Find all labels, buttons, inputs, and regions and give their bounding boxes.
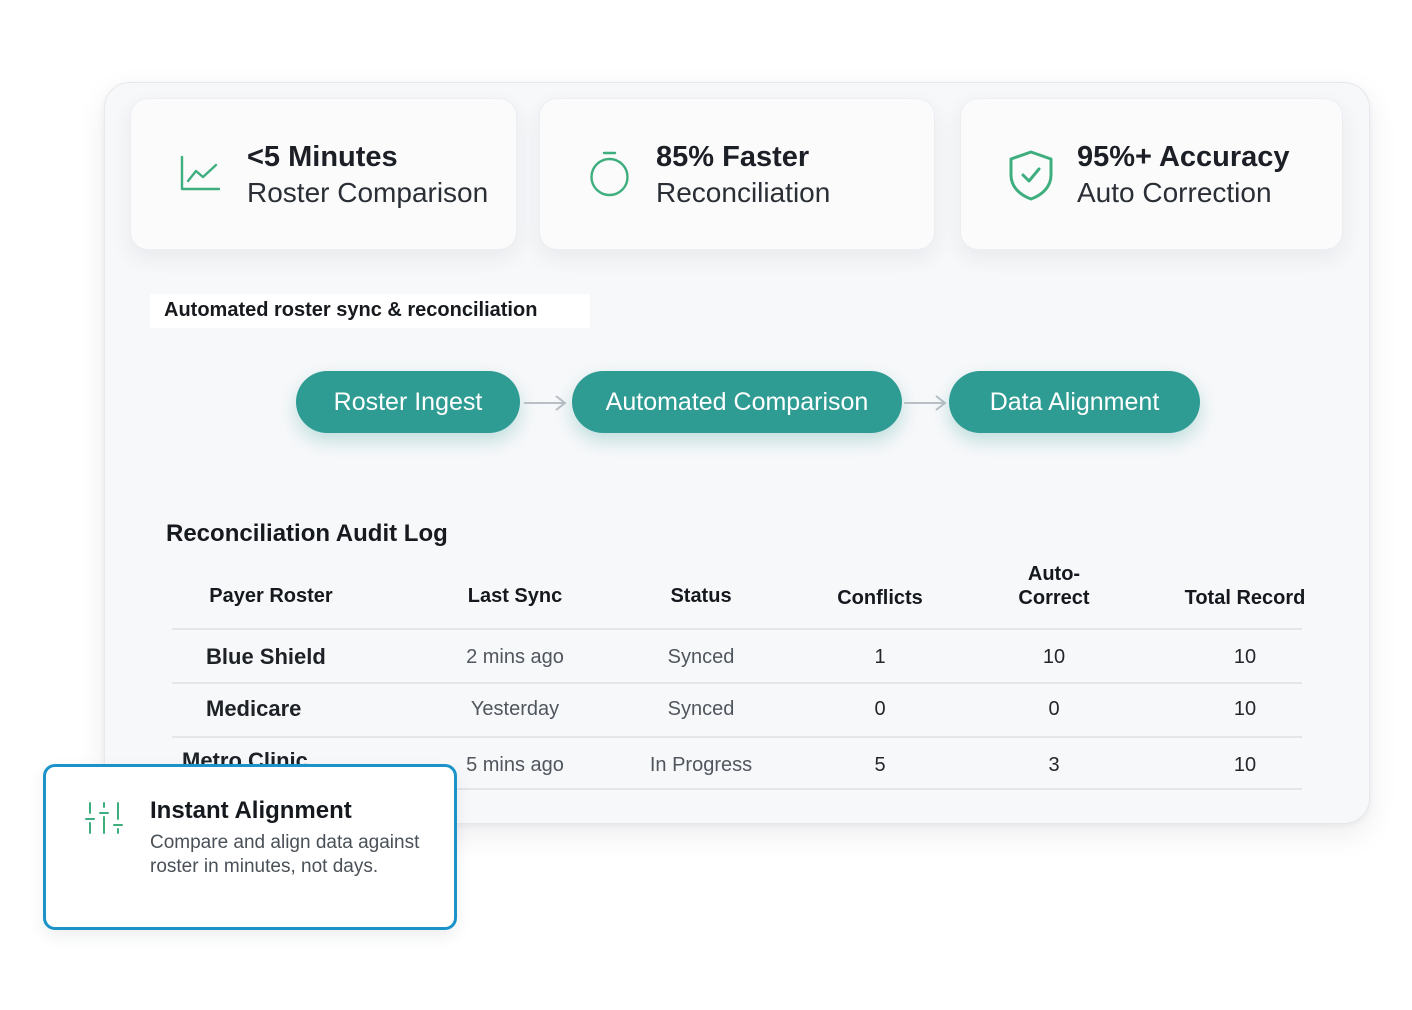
flow-step-roster-ingest[interactable]: Roster Ingest (296, 371, 520, 433)
stat-subtitle: Roster Comparison (247, 177, 489, 208)
row-divider (172, 682, 1302, 684)
status: In Progress (649, 754, 753, 776)
total-record: 10 (1233, 646, 1257, 668)
stat-subtitle: Reconciliation (656, 177, 831, 208)
conflicts: 0 (874, 698, 886, 720)
status: Synced (667, 698, 735, 720)
callout-title: Instant Alignment (150, 797, 352, 824)
stat-title: 85% Faster (656, 141, 810, 173)
column-header-payer: Payer Roster (209, 585, 333, 607)
stat-card-faster: 85% Faster Reconciliation (539, 98, 935, 250)
conflicts: 5 (874, 754, 886, 776)
flow-step-automated-comparison[interactable]: Automated Comparison (572, 371, 902, 433)
stat-card-minutes: <5 Minutes Roster Comparison (130, 98, 517, 250)
callout-text: Compare and align data against roster in… (150, 832, 420, 877)
last-sync: 2 mins ago (466, 646, 564, 668)
conflicts: 1 (874, 646, 886, 668)
flow-label: Automated roster sync & reconciliation (150, 294, 590, 328)
stat-card-accuracy: 95%+ Accuracy Auto Correction (960, 98, 1343, 250)
auto-correct: 10 (1042, 646, 1066, 668)
column-header-auto-correct-line-2: Correct (1018, 587, 1090, 609)
line-chart-icon (180, 155, 221, 191)
row-divider (172, 736, 1302, 738)
payer-name: Medicare (206, 696, 302, 721)
status: Synced (667, 646, 735, 668)
stat-title: <5 Minutes (247, 141, 398, 173)
auto-correct: 0 (1048, 698, 1060, 720)
total-record: 10 (1233, 698, 1257, 720)
auto-correct: 3 (1048, 754, 1060, 776)
audit-log-title: Reconciliation Audit Log (166, 520, 448, 547)
stopwatch-icon (590, 151, 629, 197)
stat-title: 95%+ Accuracy (1077, 141, 1290, 173)
total-record: 10 (1233, 754, 1257, 776)
column-header-last-sync: Last Sync (467, 585, 563, 607)
column-header-conflicts: Conflicts (837, 587, 923, 609)
flow-step-data-alignment[interactable]: Data Alignment (949, 371, 1200, 433)
last-sync: 5 mins ago (466, 754, 564, 776)
shield-check-icon (1009, 150, 1053, 201)
instant-alignment-callout: Instant Alignment Compare and align data… (43, 764, 457, 930)
stage: <5 Minutes Roster Comparison 85% Faster … (0, 0, 1412, 1010)
stat-subtitle: Auto Correction (1077, 177, 1272, 208)
arrow-right-icon (524, 395, 567, 411)
payer-name: Blue Shield (206, 644, 326, 669)
last-sync: Yesterday (470, 698, 560, 720)
column-header-status: Status (670, 585, 732, 607)
arrow-right-icon (904, 395, 947, 411)
column-header-total-record: Total Record (1184, 587, 1306, 609)
column-header-auto-correct-line-1: Auto- (1027, 563, 1081, 585)
table-header-divider (172, 628, 1302, 630)
sliders-icon (85, 802, 123, 834)
